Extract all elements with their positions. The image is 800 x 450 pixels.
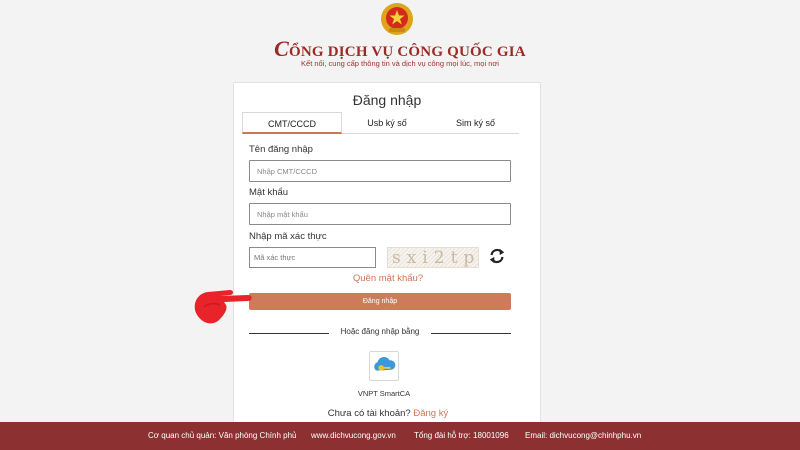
- footer-bar: Cơ quan chủ quản: Văn phòng Chính phủ ww…: [0, 422, 800, 450]
- footer-email[interactable]: Email: dichvucong@chinhphu.vn: [525, 431, 641, 440]
- vnpt-smartca-label: VNPT SmartCA: [357, 389, 411, 398]
- captcha-image: sxi2tp: [387, 247, 479, 268]
- national-emblem-icon: [381, 3, 413, 35]
- tab-cmt-cccd[interactable]: CMT/CCCD: [242, 112, 342, 134]
- login-title: Đăng nhập: [352, 92, 422, 108]
- login-tabs: CMT/CCCD Usb ký số Sim ký số: [242, 112, 519, 134]
- signup-row: Chưa có tài khoản? Đăng ký: [234, 408, 542, 419]
- pointing-hand-icon: [194, 290, 252, 324]
- captcha-label: Nhập mã xác thực: [249, 231, 327, 242]
- login-button[interactable]: Đăng nhập: [249, 293, 511, 310]
- footer-agency: Cơ quan chủ quản: Văn phòng Chính phủ: [148, 431, 297, 440]
- portal-tagline: Kết nối, cung cấp thông tin và dịch vụ c…: [301, 59, 499, 68]
- tab-sim-ky-so[interactable]: Sim ký số: [432, 112, 519, 134]
- username-input[interactable]: [249, 160, 511, 182]
- refresh-captcha-icon[interactable]: [488, 247, 506, 265]
- alt-login-divider: Hoặc đăng nhập bằng: [249, 327, 511, 339]
- signup-link[interactable]: Đăng ký: [413, 408, 448, 419]
- tab-usb-ky-so[interactable]: Usb ký số: [342, 112, 432, 134]
- footer-hotline: Tổng đài hỗ trợ: 18001096: [414, 431, 509, 440]
- username-label: Tên đăng nhập: [249, 144, 313, 155]
- password-input[interactable]: [249, 203, 511, 225]
- portal-title-initial: C: [274, 36, 290, 61]
- divider-line-right: [431, 333, 511, 334]
- footer-website-link[interactable]: www.dichvucong.gov.vn: [311, 431, 396, 440]
- captcha-input[interactable]: [249, 247, 376, 268]
- vnpt-smartca-icon: [374, 357, 396, 371]
- alt-login-label: Hoặc đăng nhập bằng: [340, 327, 420, 336]
- portal-title-rest: ỔNG DỊCH VỤ CÔNG QUỐC GIA: [289, 44, 526, 60]
- forgot-password-link[interactable]: Quên mật khẩu?: [234, 273, 542, 284]
- signup-prompt: Chưa có tài khoản?: [327, 408, 411, 419]
- login-card: Đăng nhập CMT/CCCD Usb ký số Sim ký số T…: [233, 82, 541, 428]
- vnpt-smartca-button[interactable]: [369, 351, 399, 381]
- password-label: Mật khẩu: [249, 187, 289, 198]
